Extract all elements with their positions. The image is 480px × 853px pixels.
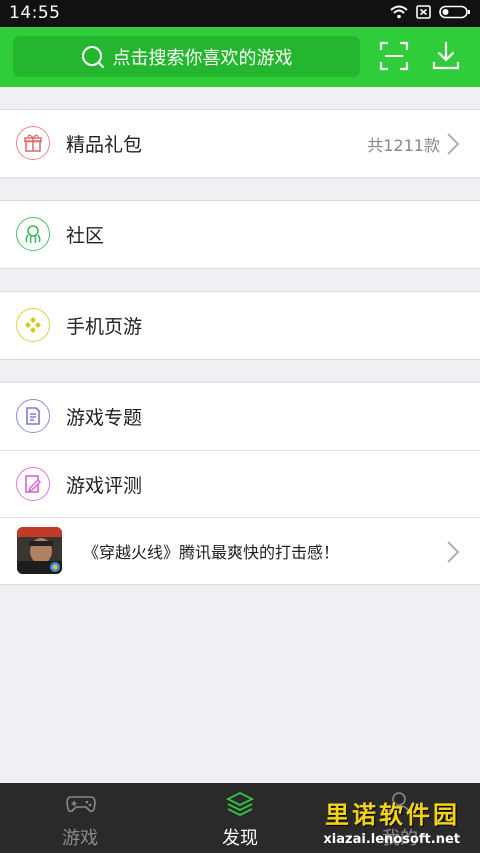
gamepad-icon <box>66 796 96 813</box>
watermark: 里诺软件园 xiazai.lenosoft.net <box>323 795 460 847</box>
download-button[interactable] <box>431 41 461 71</box>
search-icon <box>81 45 104 68</box>
gift-group: 精品礼包 共1211款 <box>0 109 480 178</box>
gift-icon <box>16 126 50 160</box>
topics-label: 游戏专题 <box>66 407 143 429</box>
document-icon <box>16 399 50 433</box>
status-bar: 14:55 <box>0 0 480 27</box>
no-sim-icon <box>416 5 431 19</box>
game-thumbnail <box>17 527 62 574</box>
gift-packs-count: 共1211款 <box>367 135 440 155</box>
topics-row[interactable]: 游戏专题 <box>0 383 480 450</box>
layers-icon <box>225 791 255 817</box>
web-games-label: 手机页游 <box>66 316 143 338</box>
promo-row[interactable]: 《穿越火线》腾讯最爽快的打击感！ <box>0 517 480 584</box>
tab-discover-label: 发现 <box>222 828 258 849</box>
scan-button[interactable] <box>379 41 409 71</box>
tab-discover[interactable]: 发现 <box>160 783 320 853</box>
watermark-url: xiazai.lenosoft.net <box>323 832 460 847</box>
chevron-right-icon <box>447 133 460 155</box>
search-placeholder: 点击搜索你喜欢的游戏 <box>112 47 293 69</box>
search-bar[interactable]: 点击搜索你喜欢的游戏 <box>13 36 360 77</box>
edit-document-icon <box>16 467 50 501</box>
tab-games-label: 游戏 <box>62 828 98 849</box>
promo-text: 《穿越火线》腾讯最爽快的打击感！ <box>83 543 340 562</box>
gamepad-dpad-icon <box>16 308 50 342</box>
status-icons <box>390 5 471 19</box>
top-header: 点击搜索你喜欢的游戏 <box>0 27 480 87</box>
community-row[interactable]: 社区 <box>0 201 480 268</box>
gift-packs-label: 精品礼包 <box>66 134 143 156</box>
reviews-row[interactable]: 游戏评测 <box>0 450 480 517</box>
web-games-row[interactable]: 手机页游 <box>0 292 480 359</box>
status-time: 14:55 <box>9 3 61 23</box>
chevron-right-icon <box>447 541 460 563</box>
community-icon <box>16 217 50 251</box>
community-group: 社区 <box>0 200 480 269</box>
scan-icon <box>379 41 409 71</box>
community-label: 社区 <box>66 225 105 247</box>
battery-icon <box>439 5 470 19</box>
reviews-label: 游戏评测 <box>66 474 143 497</box>
web-games-group: 手机页游 <box>0 291 480 360</box>
gift-packs-row[interactable]: 精品礼包 共1211款 <box>0 110 480 177</box>
tab-games[interactable]: 游戏 <box>0 783 160 853</box>
wifi-icon <box>390 5 408 19</box>
content-group: 游戏专题 游戏评测 《穿越火线》腾讯最爽快的打击感！ <box>0 382 480 585</box>
watermark-title: 里诺软件园 <box>325 800 460 829</box>
download-icon <box>432 41 460 70</box>
